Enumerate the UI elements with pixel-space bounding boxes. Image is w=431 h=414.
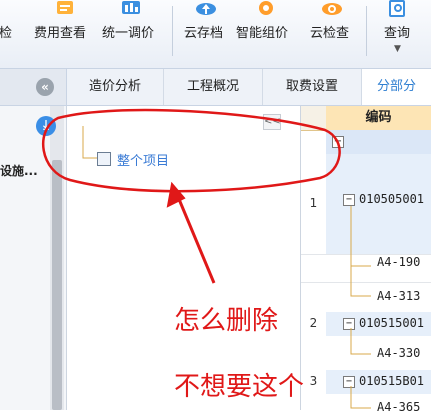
- annotation-text-line1: 怎么删除: [174, 306, 279, 336]
- annotation-marks: [42, 108, 341, 284]
- annotation-text-line2: 不想要这个: [174, 372, 305, 402]
